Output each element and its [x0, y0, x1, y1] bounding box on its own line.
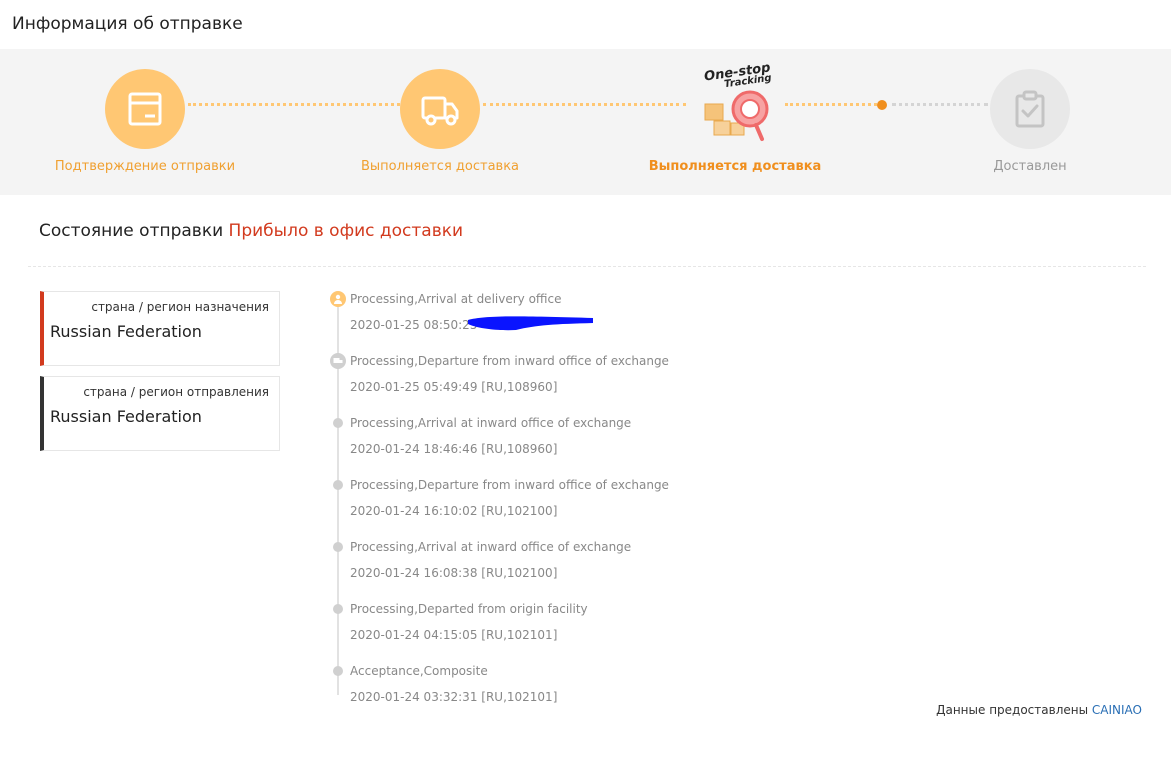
- delivery-person-icon: [330, 291, 346, 307]
- event-title: Acceptance,Composite: [350, 664, 488, 678]
- origin-region-label: страна / регион отправления: [83, 385, 269, 399]
- timeline-dot: [333, 480, 343, 490]
- event-title: Processing,Arrival at inward office of e…: [350, 540, 632, 554]
- step-label: Доставлен: [993, 159, 1067, 174]
- destination-region-label: страна / регион назначения: [91, 300, 269, 314]
- timeline-dot: [333, 604, 343, 614]
- event-title: Processing,Arrival at inward office of e…: [350, 416, 632, 430]
- provider-link[interactable]: CAINIAO: [1092, 703, 1142, 717]
- step-in-transit: Выполняется доставка: [330, 49, 550, 195]
- timeline-dot: [333, 666, 343, 676]
- origin-region-value: Russian Federation: [50, 407, 202, 426]
- step-circle: [990, 69, 1070, 149]
- event-time: 2020-01-24 16:10:02 [RU,102100]: [350, 504, 558, 518]
- shipment-status: Состояние отправки Прибыло в офис достав…: [39, 221, 463, 241]
- event-time: 2020-01-25 05:49:49 [RU,108960]: [350, 380, 558, 394]
- event-time: 2020-01-24 18:46:46 [RU,108960]: [350, 442, 558, 456]
- data-provider: Данные предоставлены CAINIAO: [936, 703, 1142, 717]
- status-value: Прибыло в офис доставки: [228, 221, 464, 241]
- clipboard-check-icon: [1015, 90, 1045, 128]
- status-label: Состояние отправки: [39, 221, 224, 241]
- truck-icon: [330, 353, 346, 369]
- tracking-event: Processing,Arrival at inward office of e…: [350, 540, 631, 580]
- truck-icon: [421, 96, 459, 126]
- step-circle: [400, 69, 480, 149]
- step-confirmation: Подтверждение отправки: [35, 49, 255, 195]
- event-time: 2020-01-24 04:15:05 [RU,102101]: [350, 628, 558, 642]
- tracking-event: Processing,Departure from inward office …: [350, 354, 669, 394]
- tracking-event: Acceptance,Composite 2020-01-24 03:32:31…: [350, 664, 557, 704]
- destination-region-card: страна / регион назначения Russian Feder…: [40, 291, 280, 366]
- event-time: 2020-01-24 03:32:31 [RU,102101]: [350, 690, 558, 704]
- package-icon: [128, 92, 162, 126]
- event-title: Processing,Departure from inward office …: [350, 478, 669, 492]
- timeline-dot: [333, 542, 343, 552]
- progress-steps: Подтверждение отправки Выполняется доста…: [0, 49, 1171, 195]
- event-title: Processing,Arrival at delivery office: [350, 292, 562, 306]
- tracking-event: Processing,Departure from inward office …: [350, 478, 669, 518]
- event-title: Processing,Departed from origin facility: [350, 602, 588, 616]
- event-title: Processing,Departure from inward office …: [350, 354, 669, 368]
- step-delivered: Доставлен: [920, 49, 1140, 195]
- provider-label: Данные предоставлены: [936, 703, 1089, 717]
- page-title: Информация об отправке: [12, 14, 243, 34]
- timeline-dot: [333, 418, 343, 428]
- current-position-dot: [877, 100, 887, 110]
- event-time: 2020-01-24 16:08:38 [RU,102100]: [350, 566, 558, 580]
- step-circle: [105, 69, 185, 149]
- tracking-event: Processing,Departed from origin facility…: [350, 602, 588, 642]
- step-current: One-stop Tracking Выполняется доставка: [625, 49, 845, 195]
- divider: [28, 266, 1146, 267]
- tracking-event: Processing,Arrival at inward office of e…: [350, 416, 631, 456]
- step-label: Выполняется доставка: [648, 159, 822, 174]
- destination-region-value: Russian Federation: [50, 322, 202, 341]
- step-label: Подтверждение отправки: [54, 159, 236, 174]
- origin-region-card: страна / регион отправления Russian Fede…: [40, 376, 280, 451]
- step-label: Выполняется доставка: [360, 159, 520, 174]
- redaction-mark: [468, 316, 593, 331]
